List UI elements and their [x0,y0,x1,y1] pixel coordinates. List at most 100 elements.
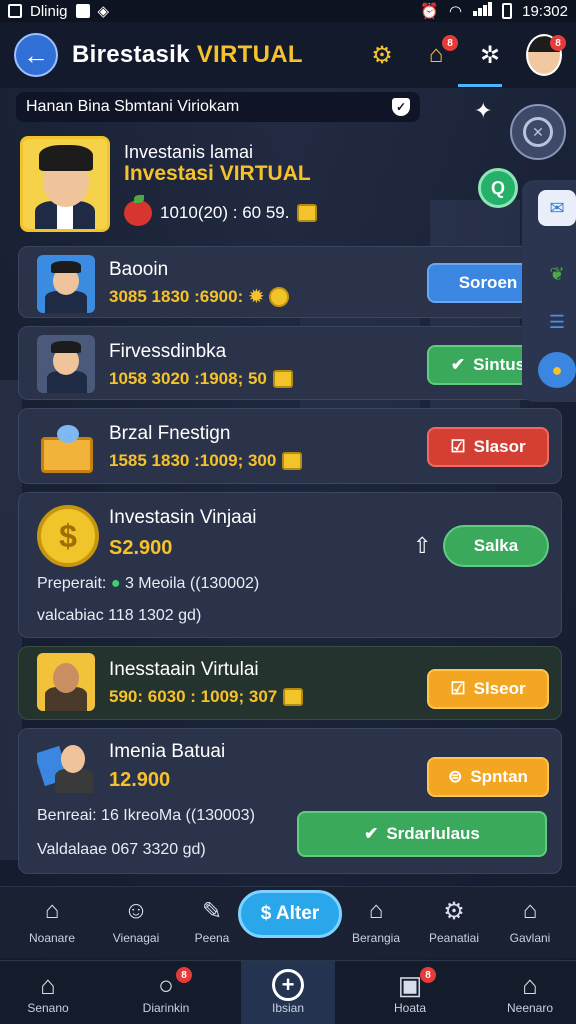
quick-item-manager[interactable]: ☺ Vienagai [96,895,176,945]
list-item[interactable]: Imenia Batuai 12.900 ⊜ Spntan Benreai: 1… [18,728,562,874]
nav-box[interactable]: ▣ 8 Hoata [362,961,458,1024]
coin-icon [269,287,290,307]
box-icon: ▣ 8 [362,967,458,1001]
nav-search[interactable]: ○ 8 Diarinkin [118,961,214,1024]
app-header: ← Birestasik VIRTUAL ⚙ ⌂ 8 ✲ 8 [0,22,576,88]
side-document-button[interactable]: ✉ [538,190,576,226]
quick-item-label: Peena [194,931,230,945]
profile-section: Investanis lamai Investasi VIRTUAL 1010(… [16,134,496,234]
wifi-icon: ◠ [449,3,463,20]
card-name: Inesstaain Virtulai [109,659,259,680]
pin-icon[interactable]: ✦ [474,98,492,124]
chat-button[interactable]: Q [478,168,518,208]
card-name: Baooin [109,259,169,280]
upload-icon[interactable]: ⇧ [413,533,431,559]
card-stats: 1058 3020 :1908; 50 [109,369,293,389]
card-action-button[interactable]: Salka [443,525,549,567]
back-button[interactable]: ← [14,33,58,77]
nav-label: Ibsian [271,1001,305,1015]
card-detail-key: Benreai: [37,807,97,824]
profile-stats: 1010(20) : 60 59. [124,195,318,226]
card-stats-text: 590: 6030 : 1009; 307 [109,687,278,706]
side-coin-button[interactable]: ● [538,352,576,388]
card-stats-text: 1058 3020 :1908; 50 [109,369,267,388]
side-leaf-button[interactable]: ❦ [538,256,576,292]
nav-profile[interactable]: ⌂ Neenaro [482,961,576,1024]
list-item[interactable]: Baooin 3085 1830 :6900: ✹ Soroen [18,246,562,318]
coin-stack-icon [272,370,293,388]
coin-stack-icon [297,204,318,222]
list-item[interactable]: Inesstaain Virtulai 590: 6030 : 1009; 30… [18,646,562,720]
card-name: Brzal Fnestign [109,423,231,444]
list-item[interactable]: $ Investasin Vinjaai S2.900 ⇧ Salka Prep… [18,492,562,638]
chat-icon: Q [490,177,505,198]
quick-item-label: Gavlani [509,931,551,945]
side-list-button[interactable]: ☰ [538,304,576,340]
apple-icon [124,195,152,226]
settings-button[interactable]: ⚙ [364,37,400,73]
nav-home[interactable]: ⌂ Senano [0,961,96,1024]
list-item[interactable]: Brzal Fnestign 1585 1830 :1009; 300 ☑ Sl… [18,408,562,484]
bottom-nav: ⌂ Senano ○ 8 Diarinkin + Ibsian ▣ 8 Hoat… [0,960,576,1024]
card-name: Firvessdinbka [109,341,227,362]
app-title: Birestasik VIRTUAL [72,41,303,69]
info-banner[interactable]: Hanan Bina Sbmtani Viriokam ✓ [16,92,420,122]
checkbox-icon: ☑ [450,437,466,456]
profile-title: Investasi VIRTUAL [124,162,311,185]
list-item[interactable]: Firvessdinbka 1058 3020 :1908; 50 ✔ Sint… [18,326,562,400]
quick-item-berangia[interactable]: ⌂ Berangia [336,895,416,945]
alert-button[interactable]: $ Alter [238,890,342,938]
nav-label: Senano [27,1001,69,1015]
status-bar: Dlinig ◈ ⏰ ◠ 19:302 [0,0,576,22]
card-action-label: Spntan [470,767,528,786]
card-thumbnail [37,737,95,795]
list-icon: ☰ [548,311,566,332]
sim-icon [8,4,22,18]
carrier-label: Dlinig [30,2,68,20]
card-stats-text: 1585 1830 :1009; 300 [109,451,277,470]
card-action-label: Sintus [473,355,526,374]
house-icon: ⌂ [44,897,60,924]
profile-image [20,136,110,232]
card-stats: 590: 6030 : 1009; 307 [109,687,304,707]
card-thumbnail [37,419,95,477]
home-button[interactable]: ⌂ 8 [418,35,458,73]
card-thumbnail [37,335,95,393]
quick-item-home[interactable]: ⌂ Noanare [12,895,92,945]
card-action-label: Slasor [473,437,526,456]
quick-item-peanatiai[interactable]: ⚙ Peanatiai [414,895,494,946]
nav-label: Hoata [393,1001,427,1015]
mail-icon [75,4,90,18]
wide-action-button[interactable]: ✔ Srdarlulaus [297,811,547,857]
home-badge: 8 [442,35,458,51]
profile-button[interactable]: 8 [526,34,566,76]
wide-action-label: Srdarlulaus [386,824,480,843]
gear-outline-icon: ✲ [479,41,501,69]
card-amount: S2.900 [109,537,173,559]
quick-item-label: Vienagai [112,931,160,945]
compass-icon: ✕ [523,117,553,147]
card-detail-value: 16 IkreoMa ((130003) [101,807,255,824]
profile-stats-text: 1010(20) : 60 59. [160,203,290,222]
card-action-button[interactable]: ⊜ Spntan [427,757,549,797]
card-stats: 1585 1830 :1009; 300 [109,451,303,471]
nav-add[interactable]: + Ibsian [241,961,335,1024]
alarm-icon: ⏰ [420,3,440,20]
leaf-icon: ❦ [549,263,565,284]
app-title-accent: VIRTUAL [196,41,303,68]
home-icon: ⌂ [40,969,56,1000]
shortcut-button[interactable]: ✲ [472,37,508,73]
card-action-button[interactable]: ☑ Slseor [427,669,549,709]
coin-outline-icon: ⊜ [448,767,463,786]
card-thumbnail [37,653,95,711]
compass-button[interactable]: ✕ [510,104,566,160]
card-action-button[interactable]: ☑ Slasor [427,427,549,467]
active-tab-indicator [458,84,502,87]
quick-item-gavlani[interactable]: ⌂ Gavlani [490,895,570,945]
nav-label: Neenaro [506,1001,554,1015]
search-icon: ○ 8 [118,967,214,1001]
house-icon: ⌂ [522,969,538,1000]
home-icon: ⌂ [428,41,444,68]
avatar-badge: 8 [550,35,566,51]
quick-item-label: Peanatiai [428,931,480,945]
